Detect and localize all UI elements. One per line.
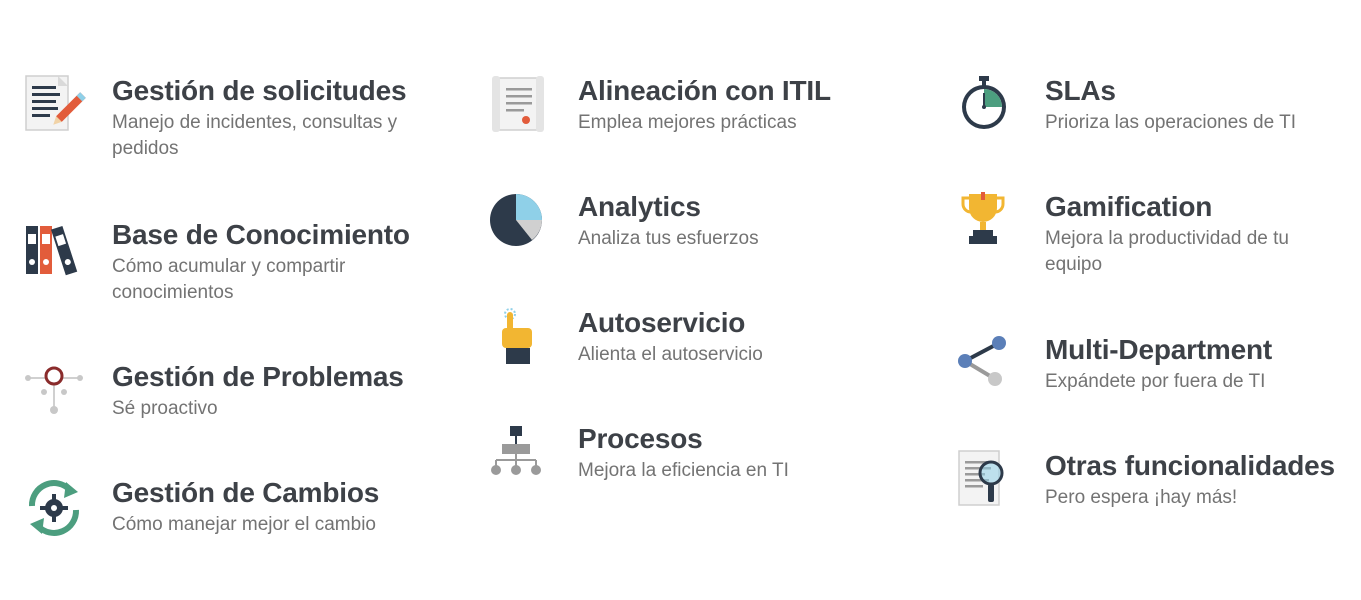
stopwatch-icon xyxy=(955,74,1019,138)
feature-title: Gestión de Cambios xyxy=(112,477,380,508)
feature-description: Analiza tus esfuerzos xyxy=(578,228,759,249)
document-magnifier-icon xyxy=(955,449,1019,513)
feature-title: Base de Conocimiento xyxy=(112,219,410,250)
feature-analytics[interactable]: Analytics Analiza tus esfuerzos xyxy=(488,190,908,270)
feature-text: Analytics Analiza tus esfuerzos xyxy=(578,190,759,252)
feature-text: Gestión de Cambios Cómo manejar mejor el… xyxy=(112,476,379,538)
feature-gamification[interactable]: Gamification Mejora la productividad de … xyxy=(955,190,1355,286)
feature-description: Mejora la eficiencia en TI xyxy=(578,460,789,481)
feature-gestion-solicitudes[interactable]: Gestión de solicitudes Manejo de inciden… xyxy=(22,74,442,170)
certificate-icon xyxy=(488,74,552,138)
problem-node-icon xyxy=(22,360,86,424)
feature-gestion-cambios[interactable]: Gestión de Cambios Cómo manejar mejor el… xyxy=(22,476,442,556)
feature-text: Gestión de Problemas Sé proactivo xyxy=(112,360,404,422)
feature-otras-funcionalidades[interactable]: Otras funcionalidades Pero espera ¡hay m… xyxy=(955,449,1355,529)
feature-description: Alienta el autoservicio xyxy=(578,344,763,365)
feature-text: Gamification Mejora la productividad de … xyxy=(1045,190,1335,278)
feature-text: SLAs Prioriza las operaciones de TI xyxy=(1045,74,1296,136)
feature-title: Gamification xyxy=(1045,191,1213,222)
feature-autoservicio[interactable]: Autoservicio Alienta el autoservicio xyxy=(488,306,908,386)
feature-description: Expándete por fuera de TI xyxy=(1045,371,1266,392)
feature-description: Emplea mejores prácticas xyxy=(578,112,797,133)
feature-text: Base de Conocimiento Cómo acumular y com… xyxy=(112,218,412,306)
trophy-icon xyxy=(955,190,1019,254)
feature-title: Multi-Department xyxy=(1045,334,1273,365)
share-nodes-icon xyxy=(955,333,1019,397)
feature-description: Mejora la productividad de tu equipo xyxy=(1045,228,1289,275)
feature-alineacion-itil[interactable]: Alineación con ITIL Emplea mejores práct… xyxy=(488,74,908,154)
feature-description: Pero espera ¡hay más! xyxy=(1045,487,1238,508)
feature-description: Cómo acumular y compartir conocimientos xyxy=(112,256,346,303)
feature-title: Otras funcionalidades xyxy=(1045,450,1335,481)
feature-title: Gestión de solicitudes xyxy=(112,75,407,106)
document-pencil-icon xyxy=(22,74,86,138)
feature-text: Alineación con ITIL Emplea mejores práct… xyxy=(578,74,831,136)
feature-title: Procesos xyxy=(578,423,703,454)
feature-description: Manejo de incidentes, consultas y pedido… xyxy=(112,112,398,159)
feature-procesos[interactable]: Procesos Mejora la eficiencia en TI xyxy=(488,422,908,502)
feature-description: Cómo manejar mejor el cambio xyxy=(112,514,376,535)
feature-description: Sé proactivo xyxy=(112,398,218,419)
flowchart-icon xyxy=(488,422,552,486)
feature-text: Multi-Department Expándete por fuera de … xyxy=(1045,333,1272,395)
feature-title: Autoservicio xyxy=(578,307,746,338)
feature-text: Autoservicio Alienta el autoservicio xyxy=(578,306,763,368)
feature-text: Gestión de solicitudes Manejo de inciden… xyxy=(112,74,412,162)
binders-icon xyxy=(22,218,86,282)
feature-text: Procesos Mejora la eficiencia en TI xyxy=(578,422,789,484)
pointing-hand-icon xyxy=(488,306,552,370)
pie-chart-icon xyxy=(488,190,552,254)
feature-text: Otras funcionalidades Pero espera ¡hay m… xyxy=(1045,449,1335,511)
feature-base-conocimiento[interactable]: Base de Conocimiento Cómo acumular y com… xyxy=(22,218,442,314)
feature-description: Prioriza las operaciones de TI xyxy=(1045,112,1296,133)
feature-multi-department[interactable]: Multi-Department Expándete por fuera de … xyxy=(955,333,1355,413)
feature-gestion-problemas[interactable]: Gestión de Problemas Sé proactivo xyxy=(22,360,442,440)
feature-slas[interactable]: SLAs Prioriza las operaciones de TI xyxy=(955,74,1355,154)
change-cycle-gear-icon xyxy=(22,476,86,540)
feature-title: SLAs xyxy=(1045,75,1116,106)
feature-title: Gestión de Problemas xyxy=(112,361,404,392)
feature-title: Alineación con ITIL xyxy=(578,75,831,106)
feature-title: Analytics xyxy=(578,191,701,222)
